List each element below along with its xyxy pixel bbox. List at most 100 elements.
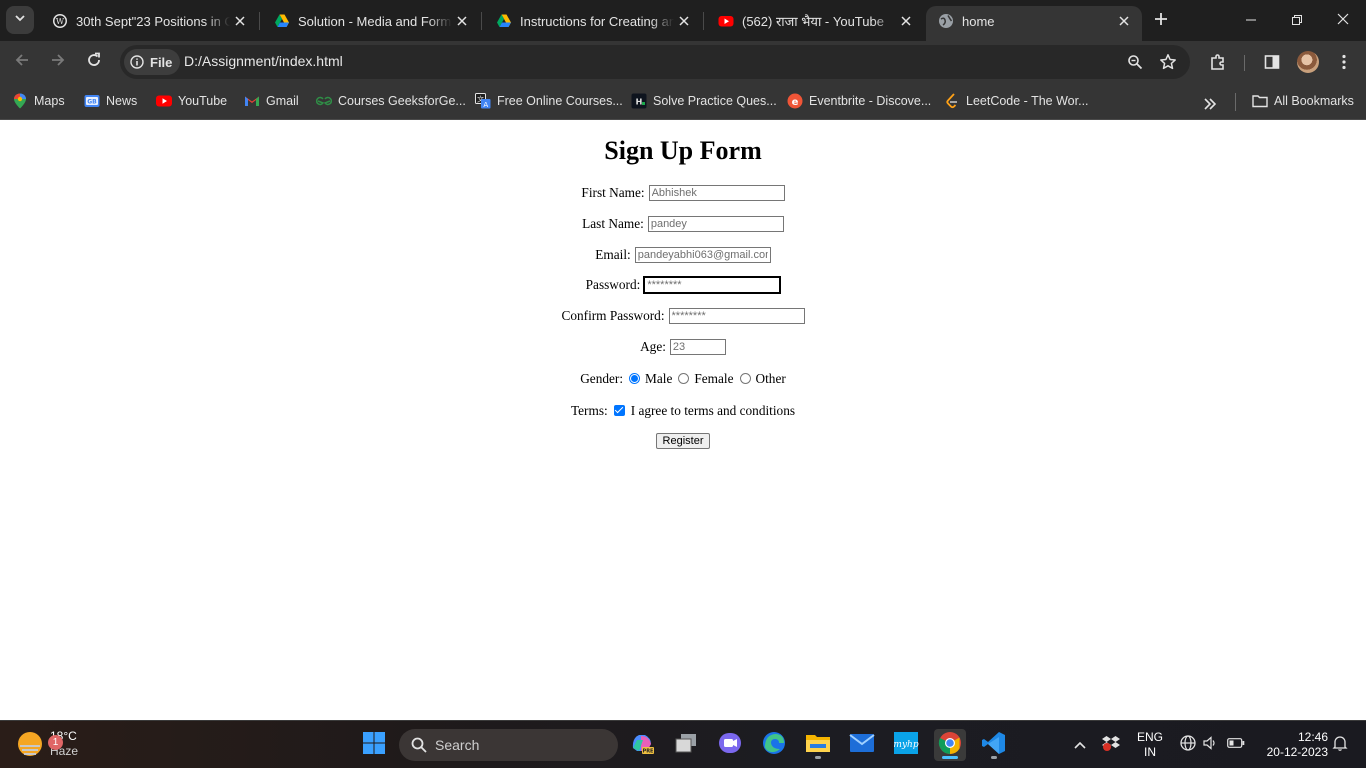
profile-avatar[interactable] bbox=[1297, 51, 1319, 73]
reload-button[interactable] bbox=[78, 46, 110, 78]
address-bar[interactable]: File D:/Assignment/index.html bbox=[120, 45, 1190, 79]
weather-widget[interactable]: 1 18°C Haze bbox=[18, 729, 78, 759]
age-input[interactable] bbox=[669, 339, 726, 355]
hp-icon: myhp bbox=[893, 731, 919, 760]
taskbar-copilot[interactable]: PRE bbox=[626, 729, 658, 761]
confirm-password-input[interactable] bbox=[668, 308, 805, 324]
password-input[interactable] bbox=[643, 276, 782, 294]
email-input[interactable] bbox=[634, 247, 771, 263]
bookmark-label: Solve Practice Ques... bbox=[653, 94, 777, 108]
taskbar-search[interactable]: Search bbox=[399, 729, 618, 761]
gender-other-radio[interactable] bbox=[739, 372, 751, 384]
arrow-right-icon bbox=[50, 52, 66, 73]
bookmark-eventbrite[interactable]: e Eventbrite - Discove... bbox=[787, 91, 931, 111]
chevron-double-right-icon[interactable] bbox=[1203, 94, 1217, 114]
tray-battery[interactable] bbox=[1225, 735, 1247, 755]
taskbar-vscode[interactable] bbox=[978, 729, 1010, 761]
tray-network[interactable] bbox=[1178, 734, 1198, 756]
gender-male-radio[interactable] bbox=[629, 372, 641, 384]
svg-text:W: W bbox=[56, 17, 65, 26]
all-bookmarks-button[interactable]: All Bookmarks bbox=[1252, 91, 1354, 111]
bookmark-label: News bbox=[106, 94, 138, 108]
taskbar-chrome[interactable] bbox=[934, 729, 966, 761]
age-row: Age: bbox=[0, 339, 1366, 355]
svg-text:GB: GB bbox=[87, 99, 97, 106]
eventbrite-icon: e bbox=[787, 93, 803, 109]
new-tab-button[interactable] bbox=[1148, 8, 1174, 34]
tab-youtube[interactable]: (562) राजा भैया - YouTube bbox=[706, 6, 924, 36]
url-text[interactable]: D:/Assignment/index.html bbox=[184, 53, 343, 69]
bookmark-youtube[interactable]: YouTube bbox=[156, 91, 227, 111]
bookmark-maps[interactable]: Maps bbox=[12, 91, 65, 111]
wordpress-icon: W bbox=[52, 13, 68, 29]
svg-text:PRE: PRE bbox=[643, 748, 655, 754]
bookmark-leetcode[interactable]: LeetCode - The Wor... bbox=[944, 91, 1089, 111]
first-name-input[interactable] bbox=[648, 185, 785, 201]
info-icon bbox=[130, 55, 144, 69]
bookmark-label: Free Online Courses... bbox=[497, 94, 623, 108]
bookmark-geeksforgeeks[interactable]: Courses GeeksforGe... bbox=[316, 91, 466, 111]
close-icon[interactable] bbox=[1114, 11, 1134, 31]
search-placeholder: Search bbox=[435, 737, 480, 753]
clock[interactable]: 12:46 20-12-2023 bbox=[1256, 730, 1328, 760]
minimize-button[interactable] bbox=[1228, 0, 1274, 41]
tab-instructions[interactable]: Instructions for Creating and bbox=[484, 6, 702, 36]
star-icon[interactable] bbox=[1158, 52, 1178, 72]
close-icon[interactable] bbox=[674, 11, 694, 31]
close-icon[interactable] bbox=[452, 11, 472, 31]
notifications-button[interactable] bbox=[1330, 735, 1350, 755]
terms-text: I agree to terms and conditions bbox=[630, 403, 796, 418]
svg-text:myhp: myhp bbox=[893, 740, 918, 750]
close-window-button[interactable] bbox=[1320, 0, 1366, 41]
battery-icon bbox=[1227, 736, 1245, 754]
terms-checkbox[interactable] bbox=[613, 404, 625, 416]
bookmark-news[interactable]: GB News bbox=[84, 91, 137, 111]
taskbar-edge[interactable] bbox=[758, 729, 790, 761]
tray-volume[interactable] bbox=[1200, 735, 1220, 755]
google-maps-icon bbox=[12, 93, 28, 109]
bookmark-solve-practice[interactable]: H Solve Practice Ques... bbox=[631, 91, 777, 111]
tray-dropbox[interactable] bbox=[1100, 735, 1122, 755]
taskbar-task-view[interactable] bbox=[670, 729, 702, 761]
taskbar-file-explorer[interactable] bbox=[802, 729, 834, 761]
plus-icon bbox=[1154, 12, 1168, 31]
translate-icon: 文A bbox=[475, 93, 491, 109]
zoom-icon[interactable] bbox=[1125, 52, 1145, 72]
show-hidden-icons-button[interactable] bbox=[1070, 735, 1090, 755]
tab-positions[interactable]: W 30th Sept"23 Positions in CS bbox=[40, 6, 258, 36]
side-panel-icon[interactable] bbox=[1262, 52, 1282, 72]
close-icon[interactable] bbox=[230, 11, 250, 31]
back-button[interactable] bbox=[6, 46, 38, 78]
tab-home[interactable]: home bbox=[926, 6, 1142, 41]
restore-button[interactable] bbox=[1274, 0, 1320, 41]
arrow-left-icon bbox=[14, 52, 30, 73]
page-content: Sign Up Form First Name: Last Name: Emai… bbox=[0, 121, 1366, 720]
more-menu-icon[interactable] bbox=[1334, 52, 1354, 72]
tab-search-button[interactable] bbox=[6, 6, 34, 34]
last-name-input[interactable] bbox=[647, 216, 784, 232]
bookmark-free-online-courses[interactable]: 文A Free Online Courses... bbox=[475, 91, 623, 111]
youtube-icon bbox=[718, 13, 734, 29]
bookmark-label: Maps bbox=[34, 94, 65, 108]
forward-button[interactable] bbox=[42, 46, 74, 78]
hackerrank-icon: H bbox=[631, 93, 647, 109]
close-icon[interactable] bbox=[896, 11, 916, 31]
language-code: ENG bbox=[1136, 730, 1163, 744]
taskbar-teams[interactable] bbox=[714, 729, 746, 761]
site-info-chip[interactable]: File bbox=[124, 49, 181, 75]
bookmark-gmail[interactable]: Gmail bbox=[244, 91, 299, 111]
gender-female-radio[interactable] bbox=[678, 372, 690, 384]
extensions-icon[interactable] bbox=[1208, 52, 1228, 72]
terms-label: Terms: bbox=[570, 403, 608, 418]
browser-toolbar: File D:/Assignment/index.html bbox=[0, 41, 1366, 83]
globe-network-icon bbox=[1180, 734, 1196, 756]
clock-date: 20-12-2023 bbox=[1266, 745, 1328, 759]
tab-separator bbox=[703, 12, 704, 30]
start-button[interactable] bbox=[358, 729, 390, 761]
taskbar-hp[interactable]: myhp bbox=[890, 729, 922, 761]
language-indicator[interactable]: ENG IN bbox=[1134, 730, 1166, 760]
tab-solution-media-forms[interactable]: Solution - Media and Forms bbox=[262, 6, 480, 36]
svg-text:e: e bbox=[792, 97, 799, 108]
taskbar-mail[interactable] bbox=[846, 729, 878, 761]
register-button[interactable]: Register bbox=[655, 433, 711, 449]
